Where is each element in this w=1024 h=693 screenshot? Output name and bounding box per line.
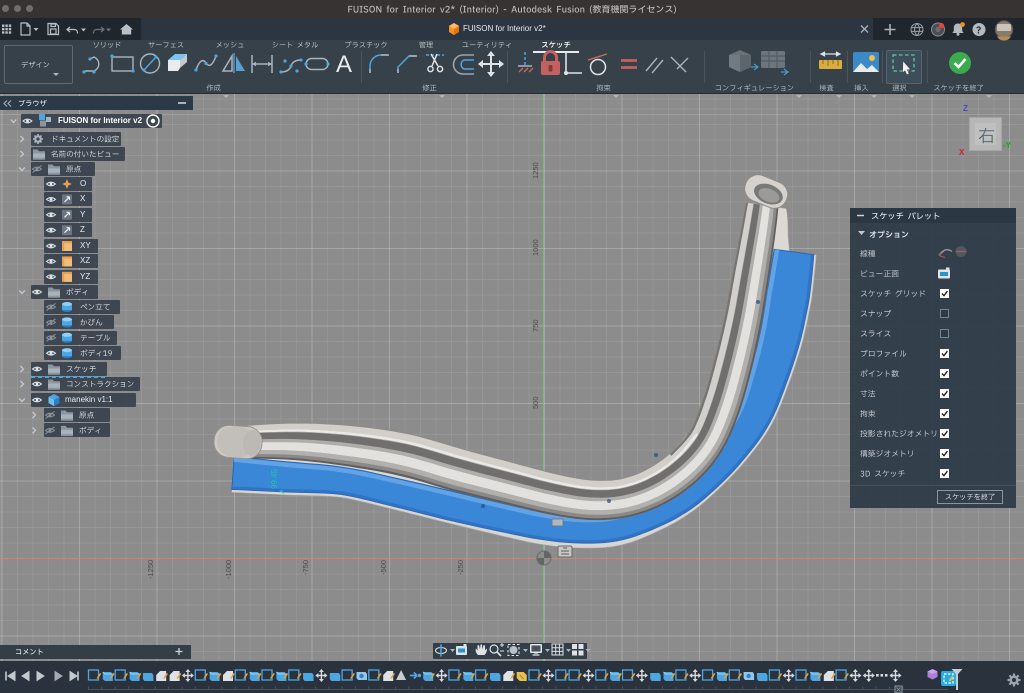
svg-text:99.45: 99.45 [270,468,279,489]
